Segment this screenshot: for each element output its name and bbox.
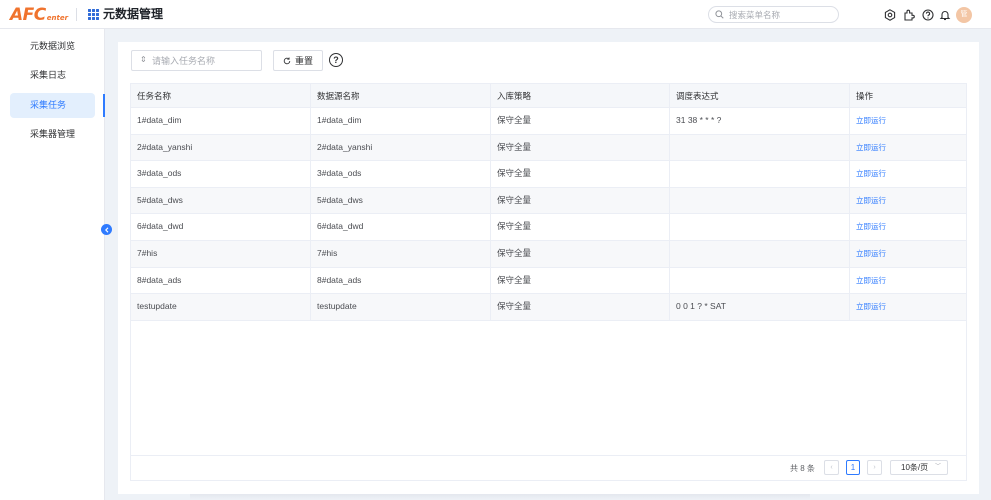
app-grid-icon <box>88 9 99 20</box>
page-size-select[interactable]: 10条/页 ﹀ <box>890 460 948 475</box>
column-task-name: 任务名称 <box>131 84 311 107</box>
cell-cron <box>670 214 850 240</box>
cell-task: testupdate <box>131 294 311 320</box>
settings-icon[interactable] <box>884 9 896 21</box>
cell-cron <box>670 187 850 214</box>
cell-source: 3#data_ods <box>311 161 491 187</box>
table-row: 1#data_dim 1#data_dim 保守全量 31 38 * * * ?… <box>131 108 966 135</box>
logo-main-text: AFC <box>10 5 46 25</box>
cell-task: 8#data_ads <box>131 267 311 294</box>
search-icon <box>715 10 724 19</box>
table-row: 2#data_yanshi 2#data_yanshi 保守全量 立即运行 <box>131 134 966 162</box>
run-now-link[interactable]: 立即运行 <box>856 276 886 285</box>
total-count: 共 8 条 <box>790 464 815 473</box>
cell-cron: 31 38 * * * ? <box>670 108 850 134</box>
user-avatar[interactable]: 管 <box>956 7 972 23</box>
cell-source: 6#data_dwd <box>311 214 491 240</box>
top-bar: AFC enter 元数据管理 管 <box>0 0 991 29</box>
plugin-icon[interactable] <box>903 9 915 21</box>
logo-sub-text: enter <box>46 14 69 22</box>
task-name-filter[interactable]: ⇕ <box>131 50 262 71</box>
task-name-input[interactable] <box>152 54 257 67</box>
run-now-link[interactable]: 立即运行 <box>856 249 886 258</box>
table-row: 6#data_dwd 6#data_dwd 保守全量 立即运行 <box>131 214 966 241</box>
cell-strategy: 保守全量 <box>491 294 670 320</box>
cell-cron <box>670 161 850 187</box>
run-now-link[interactable]: 立即运行 <box>856 116 886 125</box>
sidebar: 元数据浏览 采集日志 采集任务 采集器管理 <box>0 29 105 500</box>
reset-button[interactable]: 重置 <box>273 50 323 71</box>
next-page-button[interactable]: › <box>867 460 882 475</box>
page-size-value: 10条/页 <box>901 463 929 472</box>
cell-strategy: 保守全量 <box>491 240 670 267</box>
cell-source: 2#data_yanshi <box>311 134 491 161</box>
afc-logo[interactable]: AFC enter <box>10 4 68 24</box>
chevron-down-icon: ﹀ <box>934 464 941 470</box>
cell-cron: 0 0 1 ? * SAT <box>670 294 850 320</box>
cell-strategy: 保守全量 <box>491 267 670 294</box>
run-now-link[interactable]: 立即运行 <box>856 222 886 231</box>
cell-task: 3#data_ods <box>131 161 311 187</box>
pagination: 共 8 条 ‹ 1 › 10条/页 ﹀ <box>131 455 966 480</box>
main-panel: ⇕ 重置 ? 任务名称 数据源名称 入库策略 调度表达式 操作 1#data_d… <box>118 42 979 494</box>
menu-search[interactable] <box>708 6 839 23</box>
cell-cron <box>670 134 850 161</box>
run-now-link[interactable]: 立即运行 <box>856 143 886 152</box>
app-title: 元数据管理 <box>103 7 164 21</box>
cell-strategy: 保守全量 <box>491 214 670 240</box>
reset-label: 重置 <box>294 56 313 66</box>
table-row: 5#data_dws 5#data_dws 保守全量 立即运行 <box>131 187 966 215</box>
cell-source: 8#data_ads <box>311 267 491 294</box>
table-row: testupdate testupdate 保守全量 0 0 1 ? * SAT… <box>131 294 966 321</box>
refresh-icon <box>283 56 291 64</box>
table-row: 8#data_ads 8#data_ads 保守全量 立即运行 <box>131 267 966 295</box>
cell-task: 7#his <box>131 240 311 267</box>
run-now-link[interactable]: 立即运行 <box>856 169 886 178</box>
prev-page-button[interactable]: ‹ <box>824 460 839 475</box>
page-number-button[interactable]: 1 <box>846 460 860 475</box>
bell-icon[interactable] <box>939 9 951 21</box>
task-table: 任务名称 数据源名称 入库策略 调度表达式 操作 1#data_dim 1#da… <box>130 83 967 481</box>
sidebar-item-collect-log[interactable]: 采集日志 <box>10 63 95 88</box>
header-divider <box>76 8 77 21</box>
cell-cron <box>670 240 850 267</box>
cell-strategy: 保守全量 <box>491 134 670 161</box>
cell-source: 7#his <box>311 240 491 267</box>
cell-strategy: 保守全量 <box>491 161 670 187</box>
cell-task: 5#data_dws <box>131 187 311 214</box>
column-cron: 调度表达式 <box>670 84 850 107</box>
collapse-sidebar-button[interactable] <box>101 224 112 235</box>
cell-source: 1#data_dim <box>311 108 491 134</box>
cell-task: 1#data_dim <box>131 108 311 134</box>
menu-search-input[interactable] <box>729 8 834 21</box>
chevron-left-icon <box>104 226 108 233</box>
cell-source: 5#data_dws <box>311 187 491 214</box>
cell-task: 2#data_yanshi <box>131 134 311 161</box>
table-row: 3#data_ods 3#data_ods 保守全量 立即运行 <box>131 161 966 188</box>
table-header: 任务名称 数据源名称 入库策略 调度表达式 操作 <box>131 84 966 108</box>
run-now-link[interactable]: 立即运行 <box>856 196 886 205</box>
column-strategy: 入库策略 <box>491 84 670 107</box>
sort-icon: ⇕ <box>140 55 147 64</box>
sidebar-item-collector-manage[interactable]: 采集器管理 <box>10 122 95 147</box>
column-action: 操作 <box>856 91 874 101</box>
cell-task: 6#data_dwd <box>131 214 311 240</box>
help-question-icon[interactable]: ? <box>329 53 343 67</box>
cell-cron <box>670 267 850 294</box>
cell-strategy: 保守全量 <box>491 108 670 134</box>
sidebar-item-collect-task[interactable]: 采集任务 <box>10 93 95 118</box>
cell-strategy: 保守全量 <box>491 187 670 214</box>
active-indicator <box>103 94 105 117</box>
run-now-link[interactable]: 立即运行 <box>856 302 886 311</box>
cell-source: testupdate <box>311 294 491 320</box>
column-source-name: 数据源名称 <box>311 84 491 107</box>
table-row: 7#his 7#his 保守全量 立即运行 <box>131 240 966 268</box>
sidebar-item-metadata-browse[interactable]: 元数据浏览 <box>10 34 95 59</box>
help-icon[interactable] <box>922 9 934 21</box>
bottom-shadow <box>190 494 810 500</box>
